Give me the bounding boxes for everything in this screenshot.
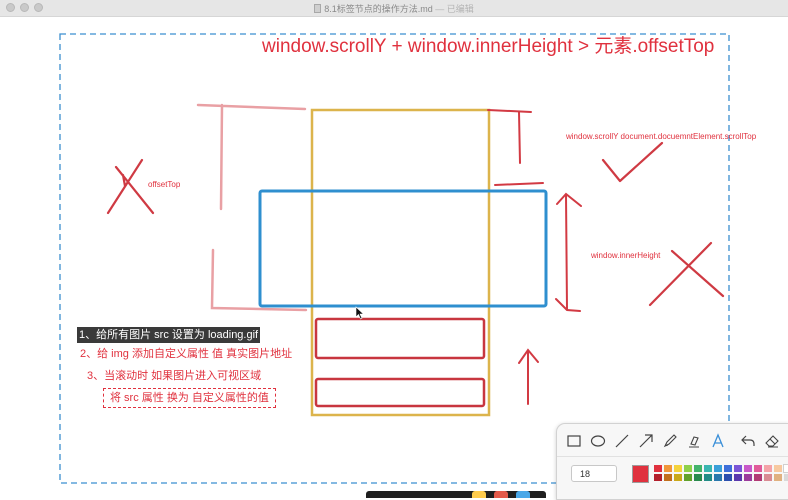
dock-app-icon[interactable] — [516, 491, 530, 498]
color-swatch[interactable] — [654, 465, 662, 472]
current-color-swatch[interactable] — [632, 465, 649, 483]
color-swatch[interactable] — [694, 474, 702, 481]
scroll-top-bracket — [487, 109, 544, 186]
color-swatch[interactable] — [774, 465, 782, 472]
color-swatch[interactable] — [684, 465, 692, 472]
scroll-top-label: window.scrollY document.docuemntElement.… — [566, 132, 757, 141]
toolbar-divider — [557, 456, 788, 457]
dock-app-icon[interactable] — [472, 491, 486, 498]
step-1-text: 1、给所有图片 src 设置为 loading.gif — [77, 327, 261, 343]
color-swatch[interactable] — [714, 465, 722, 472]
step-2-text: 2、给 img 添加自定义属性 值 真实图片地址 — [80, 348, 293, 360]
color-swatch[interactable] — [704, 465, 712, 472]
color-swatch[interactable] — [684, 474, 692, 481]
color-swatch[interactable] — [724, 465, 732, 472]
pen-tool-icon[interactable] — [662, 433, 678, 449]
color-palette — [654, 464, 788, 481]
inner-height-arrow — [555, 192, 582, 312]
window-title-area: 8.1标签节点的操作方法.md — 已编辑 — [0, 2, 788, 15]
cross-mark-right — [648, 241, 725, 307]
scroll-up-arrow — [518, 348, 539, 405]
lazy-image-rect-2 — [314, 377, 486, 408]
markup-toolbar: 18 — [556, 423, 788, 500]
color-swatch[interactable] — [664, 465, 672, 472]
color-swatch[interactable] — [744, 474, 752, 481]
step-3-text: 3、当滚动时 如果图片进入可视区域 — [87, 370, 262, 382]
color-swatch[interactable] — [734, 465, 742, 472]
highlighter-tool-icon[interactable] — [686, 433, 702, 449]
window-edited-status: — 已编辑 — [435, 4, 474, 14]
color-swatch[interactable] — [754, 465, 762, 472]
color-swatch[interactable] — [674, 465, 682, 472]
cross-mark-left — [106, 158, 155, 215]
document-column-rect — [310, 108, 491, 417]
color-swatch[interactable] — [754, 474, 762, 481]
rectangle-tool-icon[interactable] — [566, 433, 582, 449]
color-swatch[interactable] — [704, 474, 712, 481]
lazy-image-rect-1 — [314, 317, 486, 360]
step-4-text: 将 src 属性 换为 自定义属性的值 — [103, 388, 276, 408]
color-swatch[interactable] — [674, 474, 682, 481]
color-swatch[interactable] — [664, 474, 672, 481]
stroke-size-input[interactable]: 18 — [571, 465, 617, 482]
lazy-load-formula-heading: window.scrollY + window.innerHeight > 元素… — [262, 36, 715, 57]
offset-top-label: offsetTop — [148, 180, 181, 189]
dock-app-icon[interactable] — [494, 491, 508, 498]
color-swatch[interactable] — [774, 474, 782, 481]
color-swatch[interactable] — [694, 465, 702, 472]
color-swatch[interactable] — [764, 465, 772, 472]
color-swatch[interactable] — [764, 474, 772, 481]
color-swatch[interactable] — [654, 474, 662, 481]
color-swatch[interactable] — [714, 474, 722, 481]
line-tool-icon[interactable] — [614, 433, 630, 449]
eraser-tool-icon[interactable] — [764, 433, 780, 449]
ellipse-tool-icon[interactable] — [590, 433, 606, 449]
inner-height-label: window.innerHeight — [591, 251, 661, 260]
arrow-tool-icon[interactable] — [638, 433, 654, 449]
visible-window-rect — [258, 189, 548, 308]
undo-tool-icon[interactable] — [740, 433, 756, 449]
bottom-dock-edge — [366, 491, 546, 498]
text-tool-icon[interactable] — [710, 433, 726, 449]
mouse-cursor — [355, 306, 365, 320]
window-titlebar: 8.1标签节点的操作方法.md — 已编辑 — [0, 0, 788, 17]
document-icon — [314, 4, 322, 13]
color-swatch[interactable] — [784, 474, 788, 481]
offset-top-bracket — [196, 103, 308, 312]
color-swatch[interactable] — [744, 465, 752, 472]
color-swatch[interactable] — [734, 474, 742, 481]
check-mark — [601, 141, 664, 183]
color-swatch[interactable] — [783, 464, 788, 473]
window-title: 8.1标签节点的操作方法.md — [324, 4, 433, 14]
color-swatch[interactable] — [724, 474, 732, 481]
